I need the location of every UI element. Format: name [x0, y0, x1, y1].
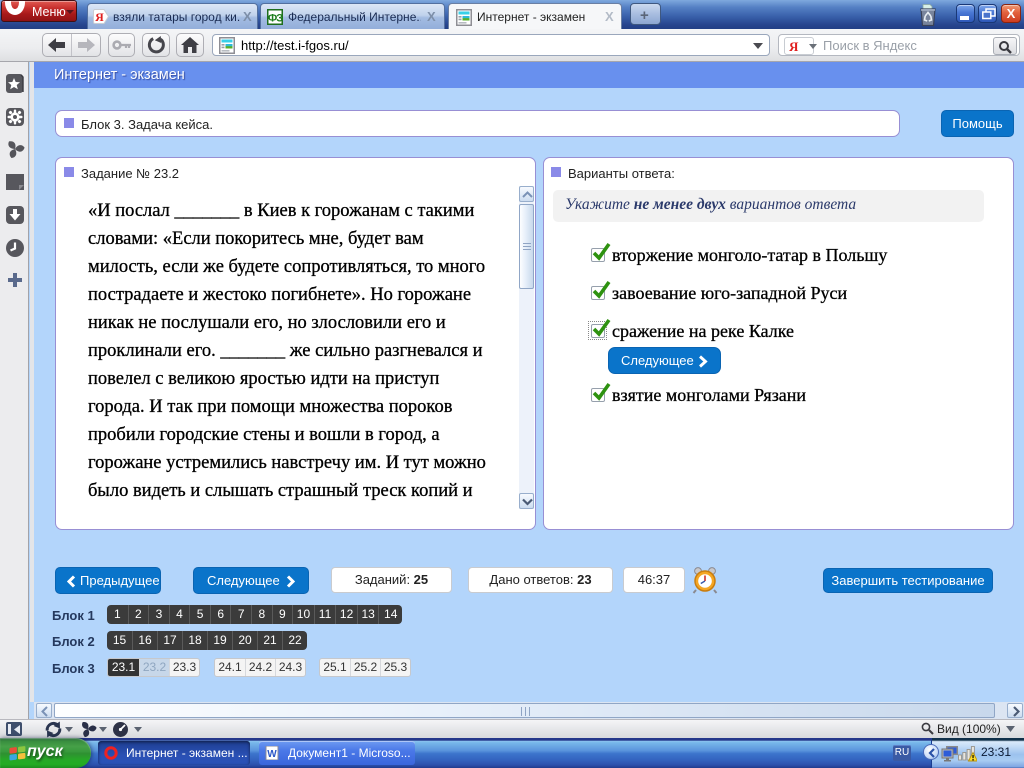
- svg-text:W: W: [267, 749, 277, 760]
- svg-text:Я: Я: [95, 10, 104, 24]
- svg-text:ФЗ: ФЗ: [268, 13, 283, 25]
